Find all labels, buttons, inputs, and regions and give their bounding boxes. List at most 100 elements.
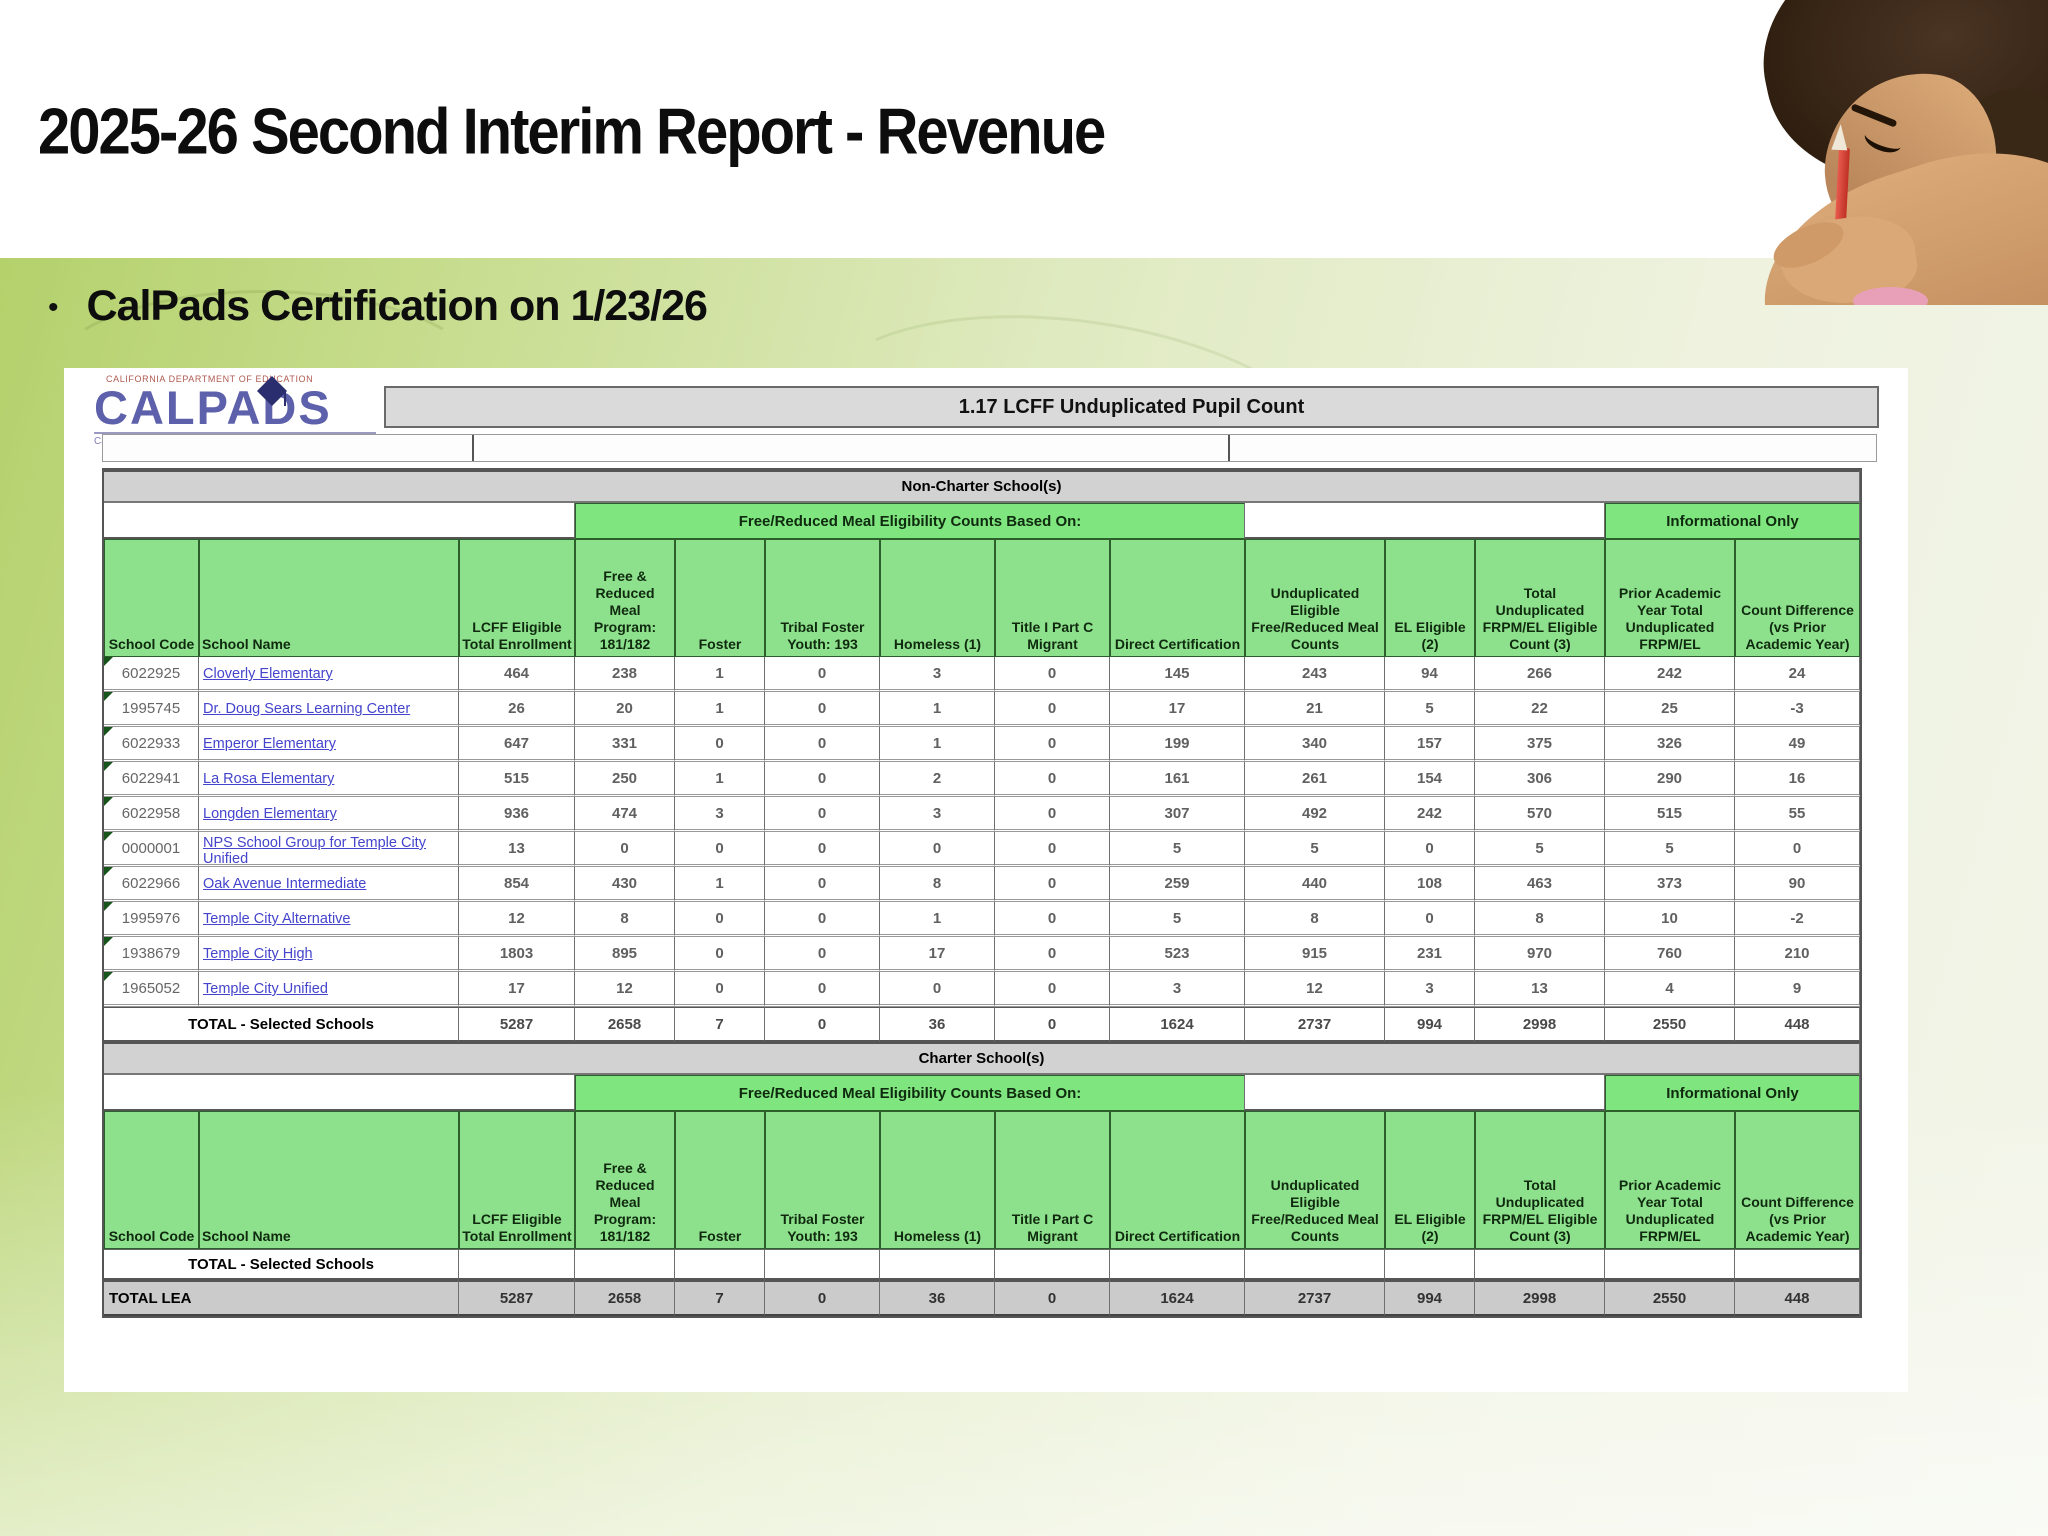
school-name-cell: Temple City Alternative: [199, 902, 459, 937]
school-code-cell: 6022941: [104, 762, 199, 797]
cell-corner-marker-icon: [104, 797, 113, 806]
col-header-frpm-program: Free & Reduced Meal Program: 181/182: [575, 1111, 675, 1249]
col-header-frpm-program: Free & Reduced Meal Program: 181/182: [575, 539, 675, 657]
cell-prior-year: 373: [1605, 867, 1735, 902]
school-code: 6022933: [122, 735, 180, 752]
cell-homeless: 8: [880, 867, 995, 902]
school-name-cell: Emperor Elementary: [199, 727, 459, 762]
table-row: 6022941 La Rosa Elementary 515 250 1 0 2…: [104, 762, 1860, 797]
cell-count-diff: 90: [1735, 867, 1860, 902]
cell-direct-cert: 523: [1110, 937, 1245, 972]
logo-text: CALPADS: [94, 381, 332, 434]
school-code-cell: 6022925: [104, 657, 199, 692]
cell-prior-year: 326: [1605, 727, 1735, 762]
cell-foster: 1: [675, 657, 765, 692]
school-link[interactable]: NPS School Group for Temple City Unified: [200, 833, 457, 863]
calpads-screenshot-panel: CALIFORNIA DEPARTMENT OF EDUCATION CALPA…: [64, 368, 1908, 1392]
photo-child-writing: [1703, 0, 2048, 305]
cell-corner-marker-icon: [104, 692, 113, 701]
cell-total-undup: 8: [1475, 902, 1605, 937]
cell-enrollment: 647: [459, 727, 575, 762]
cell-frpm: 20: [575, 692, 675, 727]
cell-foster: 0: [675, 937, 765, 972]
cell-migrant: 0: [995, 727, 1110, 762]
cell-enrollment: 854: [459, 867, 575, 902]
cell-total-undup: 22: [1475, 692, 1605, 727]
bullet-text: CalPads Certification on 1/23/26: [87, 282, 707, 331]
col-header-school-code: School Code: [104, 539, 199, 657]
cell-count-diff: 16: [1735, 762, 1860, 797]
school-name-cell: Oak Avenue Intermediate: [199, 867, 459, 902]
school-link[interactable]: Longden Elementary: [200, 804, 457, 822]
cell-homeless: 2: [880, 762, 995, 797]
cell-frpm: 0: [575, 832, 675, 867]
cell-direct-cert: 145: [1110, 657, 1245, 692]
school-name-cell: Dr. Doug Sears Learning Center: [199, 692, 459, 727]
cell-homeless: 1: [880, 902, 995, 937]
section-bar-charter: Charter School(s): [104, 1042, 1860, 1075]
cell-migrant: 0: [995, 902, 1110, 937]
bullet-dot-icon: •: [48, 282, 59, 334]
cell-undup-frpm: 492: [1245, 797, 1385, 832]
cell-homeless: 0: [880, 972, 995, 1007]
school-link[interactable]: Temple City Unified: [200, 979, 457, 997]
col-header-tribal-foster: Tribal Foster Youth: 193: [765, 539, 880, 657]
cell-count-diff: 24: [1735, 657, 1860, 692]
cell-frpm: 895: [575, 937, 675, 972]
school-link[interactable]: Oak Avenue Intermediate: [200, 874, 457, 892]
cell-migrant: 0: [995, 657, 1110, 692]
cell-count-diff: 9: [1735, 972, 1860, 1007]
pupil-count-table: Non-Charter School(s) Free/Reduced Meal …: [102, 468, 1862, 1318]
cell-el-eligible: 5: [1385, 692, 1475, 727]
cell-foster: 1: [675, 867, 765, 902]
pupil-count-table-wrap: Non-Charter School(s) Free/Reduced Meal …: [102, 468, 1862, 1318]
cell-undup-frpm: 340: [1245, 727, 1385, 762]
total-label: TOTAL - Selected Schools: [104, 1249, 459, 1280]
cell-migrant: 0: [995, 972, 1110, 1007]
table-row: 6022966 Oak Avenue Intermediate 854 430 …: [104, 867, 1860, 902]
school-link[interactable]: Temple City Alternative: [200, 909, 457, 927]
cell-corner-marker-icon: [104, 937, 113, 946]
cell-direct-cert: 17: [1110, 692, 1245, 727]
col-header-migrant: Title I Part C Migrant: [995, 539, 1110, 657]
cell-tribal-foster: 0: [765, 832, 880, 867]
cell-foster: 0: [675, 727, 765, 762]
cell-total-undup: 5: [1475, 832, 1605, 867]
cell-frpm: 8: [575, 902, 675, 937]
school-link[interactable]: Cloverly Elementary: [200, 664, 457, 682]
col-header-migrant: Title I Part C Migrant: [995, 1111, 1110, 1249]
section-bar-non-charter: Non-Charter School(s): [104, 470, 1860, 503]
cell-foster: 0: [675, 902, 765, 937]
cell-enrollment: 515: [459, 762, 575, 797]
cell-frpm: 474: [575, 797, 675, 832]
graduation-cap-tassel: [284, 390, 286, 406]
school-code-cell: 1995745: [104, 692, 199, 727]
cell-enrollment: 12: [459, 902, 575, 937]
col-header-school-name: School Name: [199, 1111, 459, 1249]
cell-el-eligible: 242: [1385, 797, 1475, 832]
cell-tribal-foster: 0: [765, 937, 880, 972]
col-header-homeless: Homeless (1): [880, 1111, 995, 1249]
cell-enrollment: 13: [459, 832, 575, 867]
table-row: 6022925 Cloverly Elementary 464 238 1 0 …: [104, 657, 1860, 692]
school-code: 1938679: [122, 945, 180, 962]
col-header-lcff-enrollment: LCFF Eligible Total Enrollment: [459, 1111, 575, 1249]
cell-total-undup: 570: [1475, 797, 1605, 832]
cell-el-eligible: 154: [1385, 762, 1475, 797]
school-link[interactable]: Dr. Doug Sears Learning Center: [200, 699, 457, 717]
cell-corner-marker-icon: [104, 902, 113, 911]
table-row: 1995976 Temple City Alternative 12 8 0 0…: [104, 902, 1860, 937]
col-header-count-diff: Count Difference (vs Prior Academic Year…: [1735, 1111, 1860, 1249]
school-link[interactable]: La Rosa Elementary: [200, 769, 457, 787]
cell-frpm: 331: [575, 727, 675, 762]
school-link[interactable]: Temple City High: [200, 944, 457, 962]
cell-divider: [472, 435, 474, 461]
cell-el-eligible: 231: [1385, 937, 1475, 972]
cell-direct-cert: 259: [1110, 867, 1245, 902]
school-link[interactable]: Emperor Elementary: [200, 734, 457, 752]
cell-homeless: 1: [880, 727, 995, 762]
col-header-homeless: Homeless (1): [880, 539, 995, 657]
cell-migrant: 0: [995, 832, 1110, 867]
cell-el-eligible: 0: [1385, 902, 1475, 937]
school-code: 1965052: [122, 980, 180, 997]
